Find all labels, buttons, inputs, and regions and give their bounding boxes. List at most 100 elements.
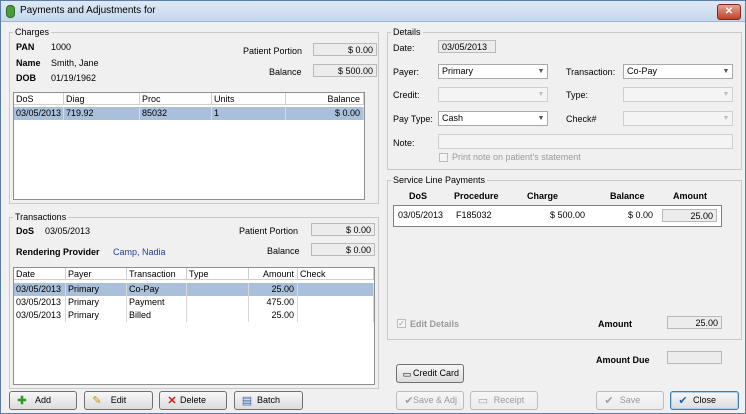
payer-select-value: Primary [442, 66, 473, 76]
charges-col-proc[interactable]: Proc [140, 93, 212, 105]
note-label: Note: [393, 138, 415, 148]
cell-type [187, 296, 249, 309]
tx-col-payer[interactable]: Payer [66, 268, 127, 280]
tx-col-date[interactable]: Date [14, 268, 66, 280]
table-row[interactable]: 03/05/2013 Primary Payment 475.00 [14, 296, 374, 309]
service-line-row[interactable]: 03/05/2013 F185032 $ 500.00 $ 0.00 25.00 [393, 205, 722, 227]
sl-amount-input[interactable]: 25.00 [662, 209, 717, 222]
charges-col-dos[interactable]: DoS [14, 93, 64, 105]
cell-transaction: Payment [127, 296, 187, 309]
sl-col-dos: DoS [409, 191, 427, 201]
save-button-label: Save [619, 395, 641, 405]
add-icon: ✚ [17, 395, 27, 407]
note-field[interactable] [438, 134, 733, 149]
print-note-checkbox[interactable] [439, 153, 448, 162]
add-button[interactable]: ✚ Add [9, 391, 77, 410]
cell-date: 03/05/2013 [14, 309, 66, 322]
payments-window: Payments and Adjustments for ✕ Charges P… [0, 0, 746, 414]
cell-type [187, 283, 249, 296]
pan-value: 1000 [51, 42, 72, 52]
check-number-select[interactable]: ▼ [623, 111, 733, 126]
name-value: Smith, Jane [51, 58, 99, 68]
cell-amount: 25.00 [249, 309, 298, 322]
tx-col-amount[interactable]: Amount [249, 268, 298, 280]
tx-dos-value: 03/05/2013 [45, 226, 91, 236]
charges-balance-value: $ 500.00 [313, 64, 377, 77]
delete-button[interactable]: ✕ Delete [159, 391, 227, 410]
details-title: Details [391, 27, 423, 37]
charges-patient-portion-value: $ 0.00 [313, 43, 377, 56]
credit-select[interactable]: ▼ [438, 87, 548, 102]
charges-grid[interactable]: DoS Diag Proc Units Balance 03/05/2013 7… [13, 92, 365, 200]
sl-cell-balance: $ 0.00 [627, 210, 653, 220]
credit-label: Credit: [393, 90, 420, 100]
cell-check [298, 309, 374, 322]
table-row[interactable]: 03/05/2013 Primary Co-Pay 25.00 [14, 283, 374, 296]
charges-title: Charges [13, 27, 52, 37]
chevron-down-icon: ▼ [537, 115, 545, 122]
edit-button[interactable]: ✎ Edit [84, 391, 153, 410]
save-button[interactable]: ✔ Save [596, 391, 664, 410]
charges-col-diag[interactable]: Diag [64, 93, 140, 105]
cell-amount: 25.00 [249, 283, 298, 296]
date-value: 03/05/2013 [438, 40, 496, 53]
cell-payer: Primary [66, 309, 127, 322]
transaction-select[interactable]: Co-Pay ▼ [623, 64, 733, 79]
checkmark-icon: ✔ [604, 395, 614, 407]
service-line-title: Service Line Payments [391, 175, 488, 185]
rendering-provider-label: Rendering Provider [16, 247, 100, 257]
receipt-button[interactable]: ▭ Receipt [470, 391, 538, 410]
pay-type-label: Pay Type: [393, 114, 433, 124]
title-bar: Payments and Adjustments for ✕ [1, 1, 745, 22]
chevron-down-icon: ▼ [537, 68, 545, 75]
print-note-label: Print note on patient's statement [452, 152, 581, 162]
window-title: Payments and Adjustments for [20, 5, 156, 16]
table-row[interactable]: 03/05/2013 Primary Billed 25.00 [14, 309, 374, 322]
window-close-button[interactable]: ✕ [717, 4, 741, 20]
batch-icon: ▤ [241, 395, 253, 407]
cell-dos: 03/05/2013 [14, 107, 64, 120]
amount-due-label: Amount Due [596, 355, 650, 365]
tx-col-check[interactable]: Check [298, 268, 374, 280]
cell-transaction: Billed [127, 309, 187, 322]
amount-due-value [667, 351, 722, 364]
payer-select[interactable]: Primary ▼ [438, 64, 548, 79]
dob-value: 01/19/1962 [51, 73, 97, 83]
type-label: Type: [566, 90, 589, 100]
cell-proc: 85032 [140, 107, 212, 120]
edit-details-checkbox[interactable]: ✓ [397, 319, 406, 328]
charges-col-units[interactable]: Units [212, 93, 286, 105]
cell-check [298, 283, 374, 296]
save-adj-button-label: Save & Adj [412, 395, 458, 405]
pay-type-select-value: Cash [442, 113, 464, 123]
pan-label: PAN [16, 42, 35, 52]
pay-type-select[interactable]: Cash ▼ [438, 111, 548, 126]
app-icon [6, 5, 15, 18]
charges-col-balance[interactable]: Balance [286, 93, 364, 105]
sl-cell-procedure: F185032 [456, 210, 492, 220]
transactions-grid[interactable]: Date Payer Transaction Type Amount Check… [13, 267, 375, 385]
sl-col-amount: Amount [673, 191, 707, 201]
transaction-select-value: Co-Pay [627, 66, 658, 76]
sl-col-balance: Balance [610, 191, 645, 201]
checkmark-icon: ✔ [678, 395, 688, 407]
receipt-icon: ▭ [477, 395, 489, 407]
credit-card-button[interactable]: ▭ Credit Card [396, 364, 464, 383]
sl-amount-total: 25.00 [667, 316, 722, 329]
batch-button[interactable]: ▤ Batch [234, 391, 303, 410]
payer-label: Payer: [393, 67, 420, 77]
table-row[interactable]: 03/05/2013 719.92 85032 1 $ 0.00 [14, 107, 364, 120]
receipt-button-label: Receipt [493, 395, 525, 405]
save-adj-button[interactable]: ✔ Save & Adj [396, 391, 464, 410]
edit-details-label: Edit Details [410, 319, 460, 329]
type-select[interactable]: ▼ [623, 87, 733, 102]
chevron-down-icon: ▼ [722, 91, 730, 98]
cell-diag: 719.92 [64, 107, 140, 120]
tx-balance-label: Balance [267, 246, 300, 256]
tx-col-transaction[interactable]: Transaction [127, 268, 187, 280]
tx-col-type[interactable]: Type [187, 268, 249, 280]
checkmark-icon: ✔ [404, 395, 414, 407]
transactions-title: Transactions [13, 212, 69, 222]
close-button[interactable]: ✔ Close [670, 391, 739, 410]
delete-icon: ✕ [167, 395, 177, 407]
